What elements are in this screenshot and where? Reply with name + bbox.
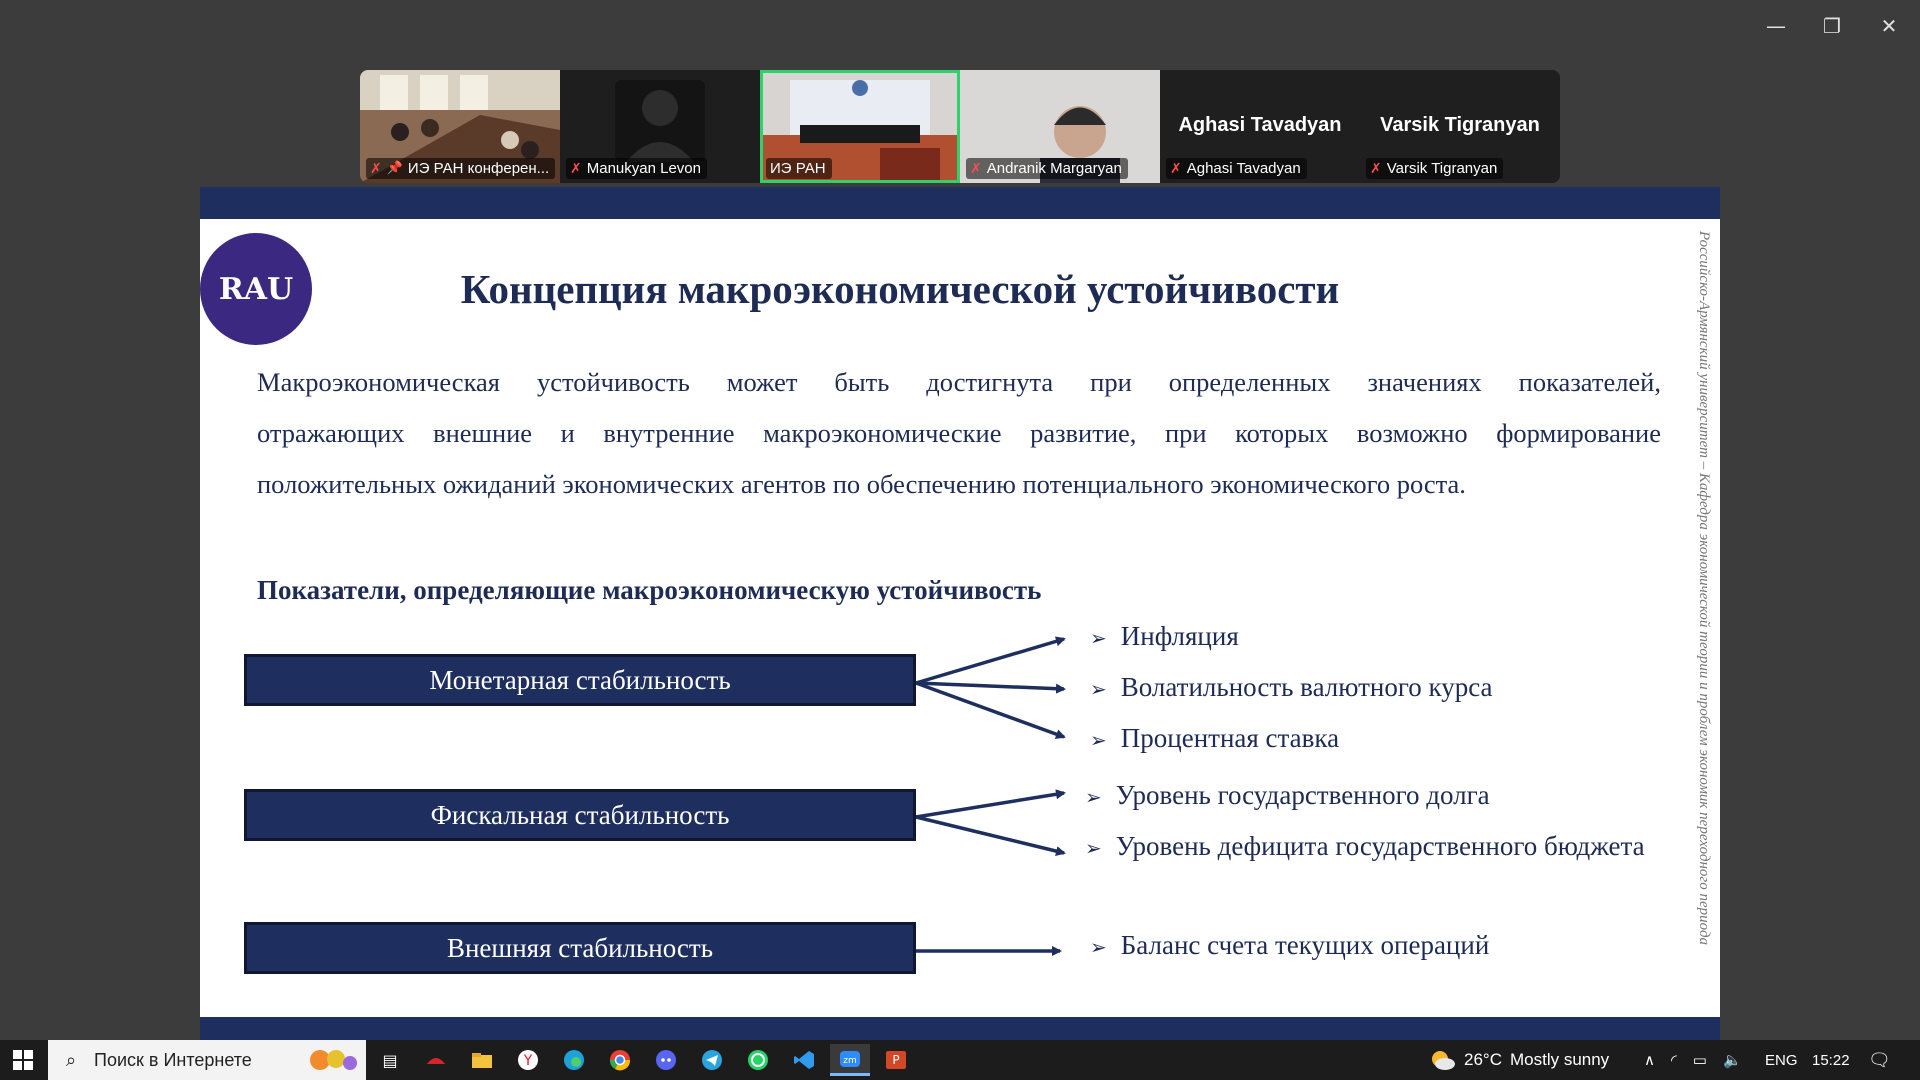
arrow-bullet-icon: ➢ — [1085, 836, 1102, 860]
mic-muted-icon: ✗ — [370, 160, 382, 177]
participant-name-tag: ✗ Andranik Margaryan — [966, 158, 1128, 179]
clock[interactable]: 15:22 — [1812, 1040, 1850, 1080]
wifi-icon[interactable]: ◜ — [1671, 1051, 1677, 1069]
participant-tile-active[interactable]: ИЭ РАН — [760, 70, 960, 183]
shared-slide: RAU Концепция макроэкономической устойчи… — [200, 187, 1720, 1043]
arrow-line — [915, 815, 1066, 856]
windows-logo-icon — [13, 1050, 33, 1070]
participant-name-tag: ИЭ РАН — [766, 158, 832, 179]
app-red-icon[interactable] — [416, 1044, 456, 1076]
participant-name-tag: ✗ Aghasi Tavadyan — [1166, 158, 1307, 179]
bullet-item: ➢ Баланс счета текущих операций — [1090, 930, 1490, 960]
bullet-item: ➢ Волатильность валютного курса — [1090, 672, 1493, 702]
discord-icon[interactable] — [646, 1044, 686, 1076]
arrow-bullet-icon: ➢ — [1085, 785, 1102, 809]
bullet-item: ➢ Инфляция — [1090, 621, 1239, 651]
yandex-browser-icon[interactable]: Y — [508, 1044, 548, 1076]
slide-side-caption: Российско-Армянский университет – Кафедр… — [1696, 231, 1712, 946]
chevron-up-icon[interactable]: ∧ — [1644, 1051, 1655, 1069]
speaker-icon[interactable]: 🔈 — [1723, 1051, 1742, 1069]
arrow-line — [915, 636, 1066, 685]
weather-widget[interactable]: 26°C Mostly sunny — [1428, 1040, 1609, 1080]
task-view-icon[interactable]: ▤ — [370, 1044, 410, 1076]
participant-tile[interactable]: ✗ 📌 ИЭ РАН конферен... — [360, 70, 560, 183]
svg-text:P: P — [892, 1053, 899, 1067]
connector-arrows — [915, 636, 1066, 956]
chrome-icon[interactable] — [600, 1044, 640, 1076]
arrow-line — [915, 681, 1066, 739]
powerpoint-icon[interactable]: P — [876, 1044, 916, 1076]
participant-tile[interactable]: Aghasi Tavadyan ✗ Aghasi Tavadyan — [1160, 70, 1360, 183]
arrow-bullet-icon: ➢ — [1090, 728, 1107, 752]
category-box-external: Внешняя стабильность — [244, 922, 916, 974]
bullet-item: ➢ Уровень дефицита государственного бюдже… — [1085, 831, 1645, 861]
category-box-monetary: Монетарная стабильность — [244, 654, 916, 706]
whatsapp-icon[interactable] — [738, 1044, 778, 1076]
search-icon: ⌕ — [65, 1049, 77, 1071]
participants-strip: ✗ 📌 ИЭ РАН конферен... ✗ Manukyan Levon … — [360, 70, 1560, 183]
participant-name-tag: ✗ 📌 ИЭ РАН конферен... — [366, 158, 556, 179]
participant-tile[interactable]: Varsik Tigranyan ✗ Varsik Tigranyan — [1360, 70, 1560, 183]
pin-icon: 📌 — [386, 161, 403, 176]
telegram-icon[interactable] — [692, 1044, 732, 1076]
windows-taskbar: ⌕ Поиск в Интернете ▤ Y zm P 26°C Mostly… — [0, 1040, 1920, 1080]
participant-display-name: Varsik Tigranyan — [1380, 114, 1540, 136]
category-box-fiscal: Фискальная стабильность — [244, 789, 916, 841]
notifications-icon[interactable]: 🗨 — [1868, 1040, 1891, 1080]
mic-muted-icon: ✗ — [1170, 160, 1182, 177]
svg-text:Y: Y — [523, 1053, 533, 1069]
bullet-item: ➢ Процентная ставка — [1090, 723, 1340, 753]
mic-muted-icon: ✗ — [970, 160, 982, 177]
language-indicator[interactable]: ENG — [1765, 1040, 1798, 1080]
weather-sun-cloud-icon — [1432, 1051, 1455, 1070]
participant-name-tag: ✗ Varsik Tigranyan — [1366, 158, 1504, 179]
participant-tile[interactable]: ✗ Manukyan Levon — [560, 70, 760, 183]
participant-display-name: Aghasi Tavadyan — [1178, 114, 1342, 136]
arrow-line — [915, 681, 1066, 694]
start-button[interactable] — [0, 1040, 46, 1080]
mic-muted-icon: ✗ — [570, 160, 582, 177]
close-button[interactable]: ✕ — [1874, 12, 1904, 40]
arrow-line — [915, 789, 1066, 819]
vscode-icon[interactable] — [784, 1044, 824, 1076]
arrow-bullet-icon: ➢ — [1090, 677, 1107, 701]
zoom-icon[interactable]: zm — [830, 1044, 870, 1076]
restore-button[interactable]: ❐ — [1817, 12, 1847, 40]
bullet-item: ➢ Уровень государственного долга — [1085, 780, 1490, 810]
participant-name-tag: ✗ Manukyan Levon — [566, 158, 707, 179]
arrow-bullet-icon: ➢ — [1090, 626, 1107, 650]
participant-tile[interactable]: ✗ Andranik Margaryan — [960, 70, 1160, 183]
search-highlight-icon — [310, 1050, 357, 1070]
taskbar-search-box[interactable]: ⌕ Поиск в Интернете — [48, 1040, 366, 1080]
minimize-button[interactable]: — — [1761, 12, 1791, 40]
arrow-bullet-icon: ➢ — [1090, 935, 1107, 959]
mic-muted-icon: ✗ — [1370, 160, 1382, 177]
svg-text:zm: zm — [843, 1056, 857, 1066]
battery-icon[interactable]: ▭ — [1693, 1051, 1707, 1069]
file-explorer-icon[interactable] — [462, 1044, 502, 1076]
system-tray: ∧ ◜ ▭ 🔈 — [1644, 1040, 1742, 1080]
edge-icon[interactable] — [554, 1044, 594, 1076]
